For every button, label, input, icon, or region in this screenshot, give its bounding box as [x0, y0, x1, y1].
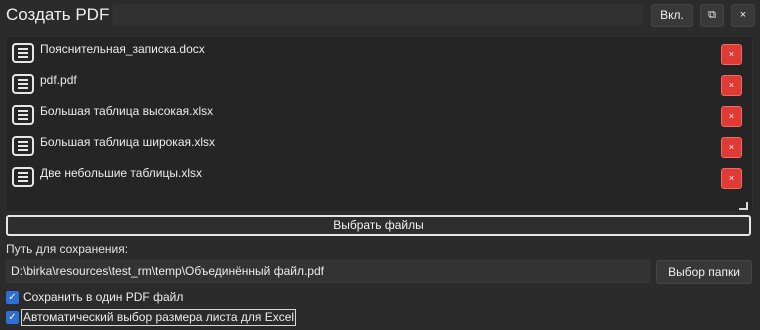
- save-path-input[interactable]: D:\birka\resources\test_rm\temp\Объединё…: [6, 260, 650, 283]
- file-name: Пояснительная_записка.docx: [40, 42, 205, 56]
- file-row: Две небольшие таблицы.xlsx ×: [6, 161, 752, 192]
- browse-folder-button[interactable]: Выбор папки: [656, 260, 752, 284]
- document-lines-icon[interactable]: [12, 167, 34, 187]
- duplicate-window-button[interactable]: ⧉: [700, 4, 724, 27]
- checkmark-icon[interactable]: ✓: [6, 311, 19, 324]
- remove-file-button[interactable]: ×: [721, 168, 742, 189]
- title-bar: Создать PDF Вкл. ⧉ ×: [0, 0, 760, 32]
- document-lines-icon[interactable]: [12, 105, 34, 125]
- file-name: pdf.pdf: [40, 73, 77, 87]
- file-list: Пояснительная_записка.docx × pdf.pdf × Б…: [5, 36, 753, 212]
- file-name: Две небольшие таблицы.xlsx: [40, 166, 202, 180]
- file-name: Большая таблица широкая.xlsx: [40, 135, 215, 149]
- remove-file-button[interactable]: ×: [721, 106, 742, 127]
- select-files-button[interactable]: Выбрать файлы: [6, 215, 751, 236]
- auto-page-size-option[interactable]: ✓ Автоматический выбор размера листа для…: [6, 309, 306, 326]
- title-bar-field: [112, 4, 644, 26]
- checkmark-icon[interactable]: ✓: [6, 291, 19, 304]
- save-path-label: Путь для сохранения:: [6, 242, 129, 256]
- document-lines-icon[interactable]: [12, 43, 34, 63]
- remove-file-button[interactable]: ×: [721, 44, 742, 65]
- window-title: Создать PDF: [6, 5, 110, 24]
- remove-file-button[interactable]: ×: [721, 75, 742, 96]
- file-row: pdf.pdf ×: [6, 68, 752, 99]
- remove-file-button[interactable]: ×: [721, 137, 742, 158]
- file-row: Пояснительная_записка.docx ×: [6, 37, 752, 68]
- auto-page-size-label: Автоматический выбор размера листа для E…: [21, 309, 297, 326]
- resize-grip-icon[interactable]: [739, 202, 748, 210]
- file-name: Большая таблица высокая.xlsx: [40, 104, 214, 118]
- document-lines-icon[interactable]: [12, 74, 34, 94]
- single-pdf-option[interactable]: ✓ Сохранить в один PDF файл: [6, 290, 226, 306]
- file-row: Большая таблица широкая.xlsx ×: [6, 130, 752, 161]
- close-window-button[interactable]: ×: [731, 4, 755, 27]
- single-pdf-label: Сохранить в один PDF файл: [23, 290, 184, 304]
- file-row: Большая таблица высокая.xlsx ×: [6, 99, 752, 130]
- document-lines-icon[interactable]: [12, 136, 34, 156]
- toggle-button[interactable]: Вкл.: [651, 4, 693, 27]
